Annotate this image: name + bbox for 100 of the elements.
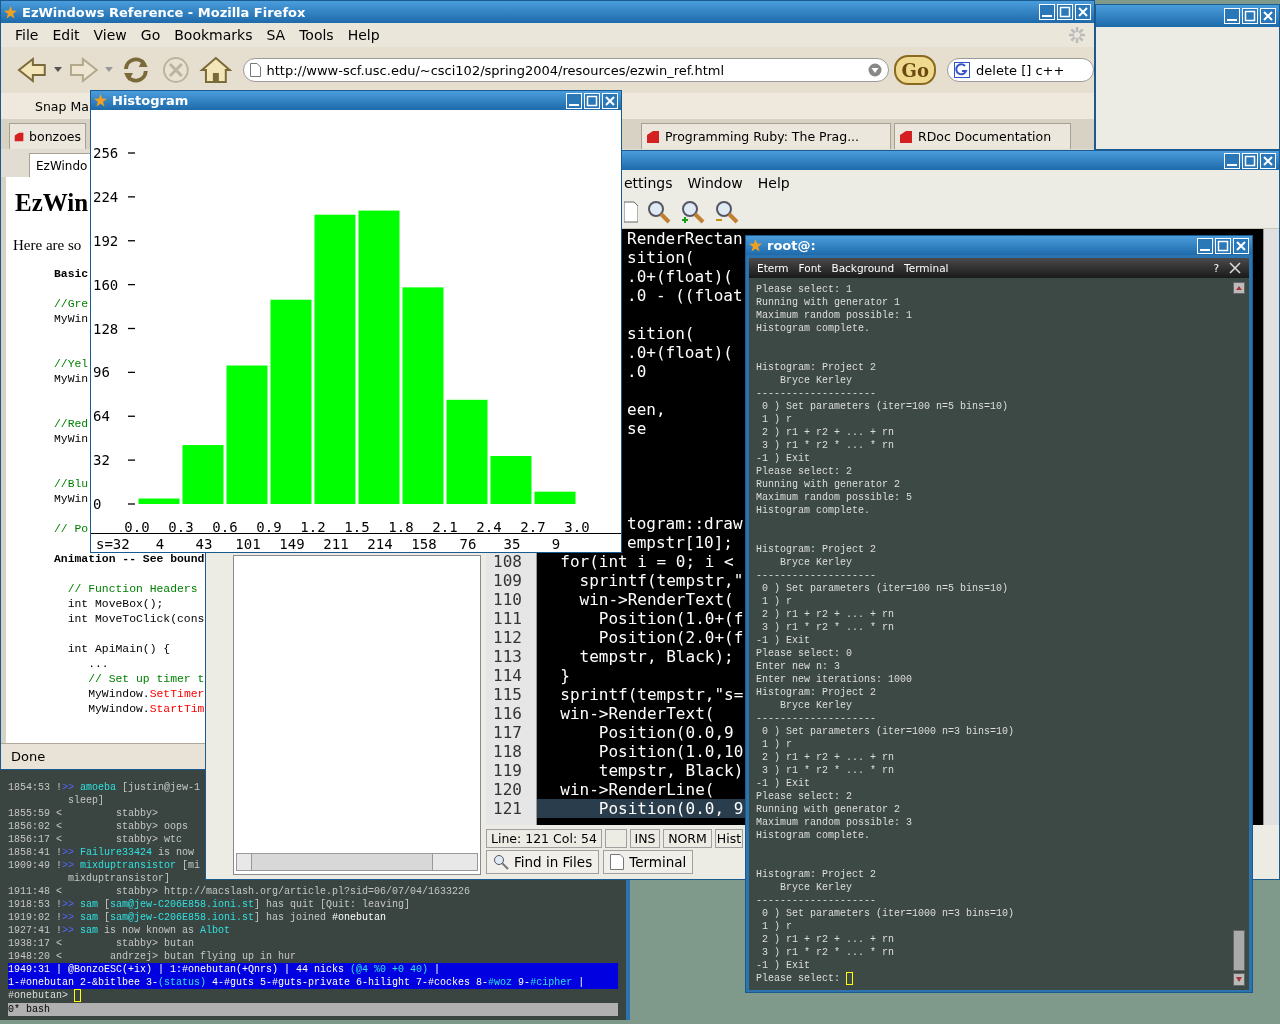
menu-item[interactable]: Eterm	[757, 262, 789, 274]
menu-item[interactable]: Window	[687, 175, 743, 191]
menu-item[interactable]: File	[15, 27, 39, 43]
minimize-icon[interactable]	[1197, 237, 1213, 254]
axis-label: 2.7	[520, 519, 546, 533]
help-button[interactable]: ?	[1213, 262, 1219, 274]
code-line: Position(2.0+(f	[597, 628, 744, 647]
axis-label: 1.8	[388, 519, 414, 533]
histogram-bar	[182, 445, 224, 504]
scroll-up-icon[interactable]	[1233, 282, 1245, 294]
terminal-line: Please select: 2	[756, 790, 852, 803]
count-label: 101	[234, 536, 262, 552]
terminal-line: -1 ) Exit	[756, 452, 810, 465]
code-line: sprintf(tempstr,"	[578, 571, 744, 590]
line-number: 114	[492, 666, 523, 685]
line-number: 112	[492, 628, 523, 647]
axis-label: 1.5	[344, 519, 370, 533]
maximize-icon[interactable]	[584, 92, 600, 109]
panel-tab[interactable]: Terminal	[603, 850, 694, 874]
terminal-line: Histogram complete.	[756, 322, 871, 335]
maximize-icon[interactable]	[1242, 152, 1258, 169]
horizontal-scrollbar[interactable]	[236, 853, 478, 871]
terminal-line: Histogram: Project 2	[756, 543, 877, 556]
menu-item[interactable]: Go	[140, 27, 161, 43]
terminal-line: Histogram: Project 2	[756, 686, 877, 699]
code-line: togram::draw	[627, 514, 743, 533]
line-number: 115	[492, 685, 523, 704]
zoom-out-icon[interactable]	[714, 199, 740, 225]
menu-item[interactable]: SA	[266, 27, 286, 43]
search-field[interactable]: delete [] c++	[947, 58, 1094, 82]
dropdown-caret-icon[interactable]	[53, 67, 62, 73]
terminal-line: 0 ) Set parameters (iter=1000 n=3 bins=10)	[761, 725, 1015, 738]
code-line: sition(	[627, 324, 695, 343]
code-line: .0 - ((float	[627, 286, 743, 305]
terminal-line: Running with generator 1	[756, 296, 901, 309]
tick-mark	[127, 196, 136, 198]
chat-line: 1854:53 !>> amoeba [justin@jew-1	[8, 781, 201, 794]
axis-label: 0.3	[168, 519, 194, 533]
close-icon[interactable]	[1229, 262, 1241, 274]
panel-tab[interactable]: Find in Files	[486, 850, 600, 874]
line-number: 117	[492, 723, 523, 742]
star-icon	[4, 5, 17, 19]
menu-item[interactable]: Tools	[299, 27, 334, 43]
code-line: ...	[87, 657, 109, 672]
code-line: Position(0.0,9	[597, 723, 734, 742]
line-number: 113	[492, 647, 523, 666]
zoom-in-icon[interactable]	[680, 199, 706, 225]
find-icon[interactable]	[646, 199, 672, 225]
minimize-icon[interactable]	[1224, 8, 1240, 24]
terminal-line: Please select: 0	[756, 647, 852, 660]
menu-item[interactable]: ettings	[624, 175, 673, 191]
menu-item[interactable]: Edit	[52, 27, 80, 43]
minimize-icon[interactable]	[1224, 152, 1240, 169]
terminal-line: 0 ) Set parameters (iter=1000 n=3 bins=10)	[761, 907, 1015, 920]
address-bar[interactable]: http://www-scf.usc.edu/~csci102/spring2004/resources/ezwin_ref.html	[242, 58, 890, 82]
document-icon[interactable]	[624, 200, 638, 224]
terminal-line: Bryce Kerley	[779, 374, 852, 387]
chat-line: 1858:41 !>> Failure33424 is now	[8, 846, 195, 859]
tab-icon	[899, 129, 913, 144]
page-tab[interactable]: EzWindo	[29, 153, 90, 177]
axis-label: 3.0	[564, 519, 590, 533]
back-icon[interactable]	[15, 55, 49, 85]
code-line: // Function Headers	[66, 582, 198, 597]
maximize-icon[interactable]	[1057, 4, 1073, 20]
status-field: INS	[630, 828, 660, 848]
menu-item[interactable]: Help	[757, 175, 790, 191]
scrollbar-thumb[interactable]	[1233, 930, 1245, 986]
minimize-icon[interactable]	[1039, 4, 1055, 20]
menu-item[interactable]: View	[93, 27, 127, 43]
home-icon[interactable]	[197, 55, 234, 85]
maximize-icon[interactable]	[1215, 237, 1231, 254]
terminal-line: Running with generator 2	[756, 478, 901, 491]
sum-label: s=32	[95, 536, 131, 552]
terminal-line: 1 ) r	[761, 413, 792, 426]
maximize-icon[interactable]	[1242, 8, 1258, 24]
browser-tab[interactable]: RDoc Documentation	[894, 123, 1071, 149]
search-engine-icon[interactable]	[954, 62, 973, 78]
status-text: Done	[11, 749, 46, 764]
menu-item[interactable]: Bookmarks	[174, 27, 253, 43]
code-line: int MoveToClick(cons	[66, 612, 205, 627]
terminal-line: 0 ) Set parameters (iter=100 n=5 bins=10)	[761, 582, 1009, 595]
terminal-line: Bryce Kerley	[779, 556, 852, 569]
minimize-icon[interactable]	[566, 92, 582, 109]
go-button[interactable]: Go	[894, 55, 937, 85]
vertical-scrollbar[interactable]	[1263, 229, 1279, 825]
chat-line: 1856:17 < stabby> wtc	[8, 833, 183, 846]
dropdown-icon[interactable]	[868, 63, 883, 77]
menu-item[interactable]: Terminal	[904, 262, 949, 274]
code-line: //Gre	[54, 297, 89, 312]
browser-tab[interactable]: Programming Ruby: The Prag...	[641, 123, 891, 149]
terminal-line: -1 ) Exit	[756, 777, 810, 790]
menu-item[interactable]: Font	[798, 262, 822, 274]
bookmark-item[interactable]: Snap Ma	[35, 98, 89, 114]
browser-tab[interactable]: bonzoes	[9, 123, 86, 149]
code-line: // Set up timer t	[87, 672, 205, 687]
menu-item[interactable]: Help	[347, 27, 380, 43]
axis-label: 0.6	[212, 519, 238, 533]
terminal-line: 2 ) r1 + r2 + ... + rn	[761, 426, 895, 439]
terminal-line: Enter new n: 3	[756, 660, 840, 673]
menu-item[interactable]: Background	[831, 262, 895, 274]
